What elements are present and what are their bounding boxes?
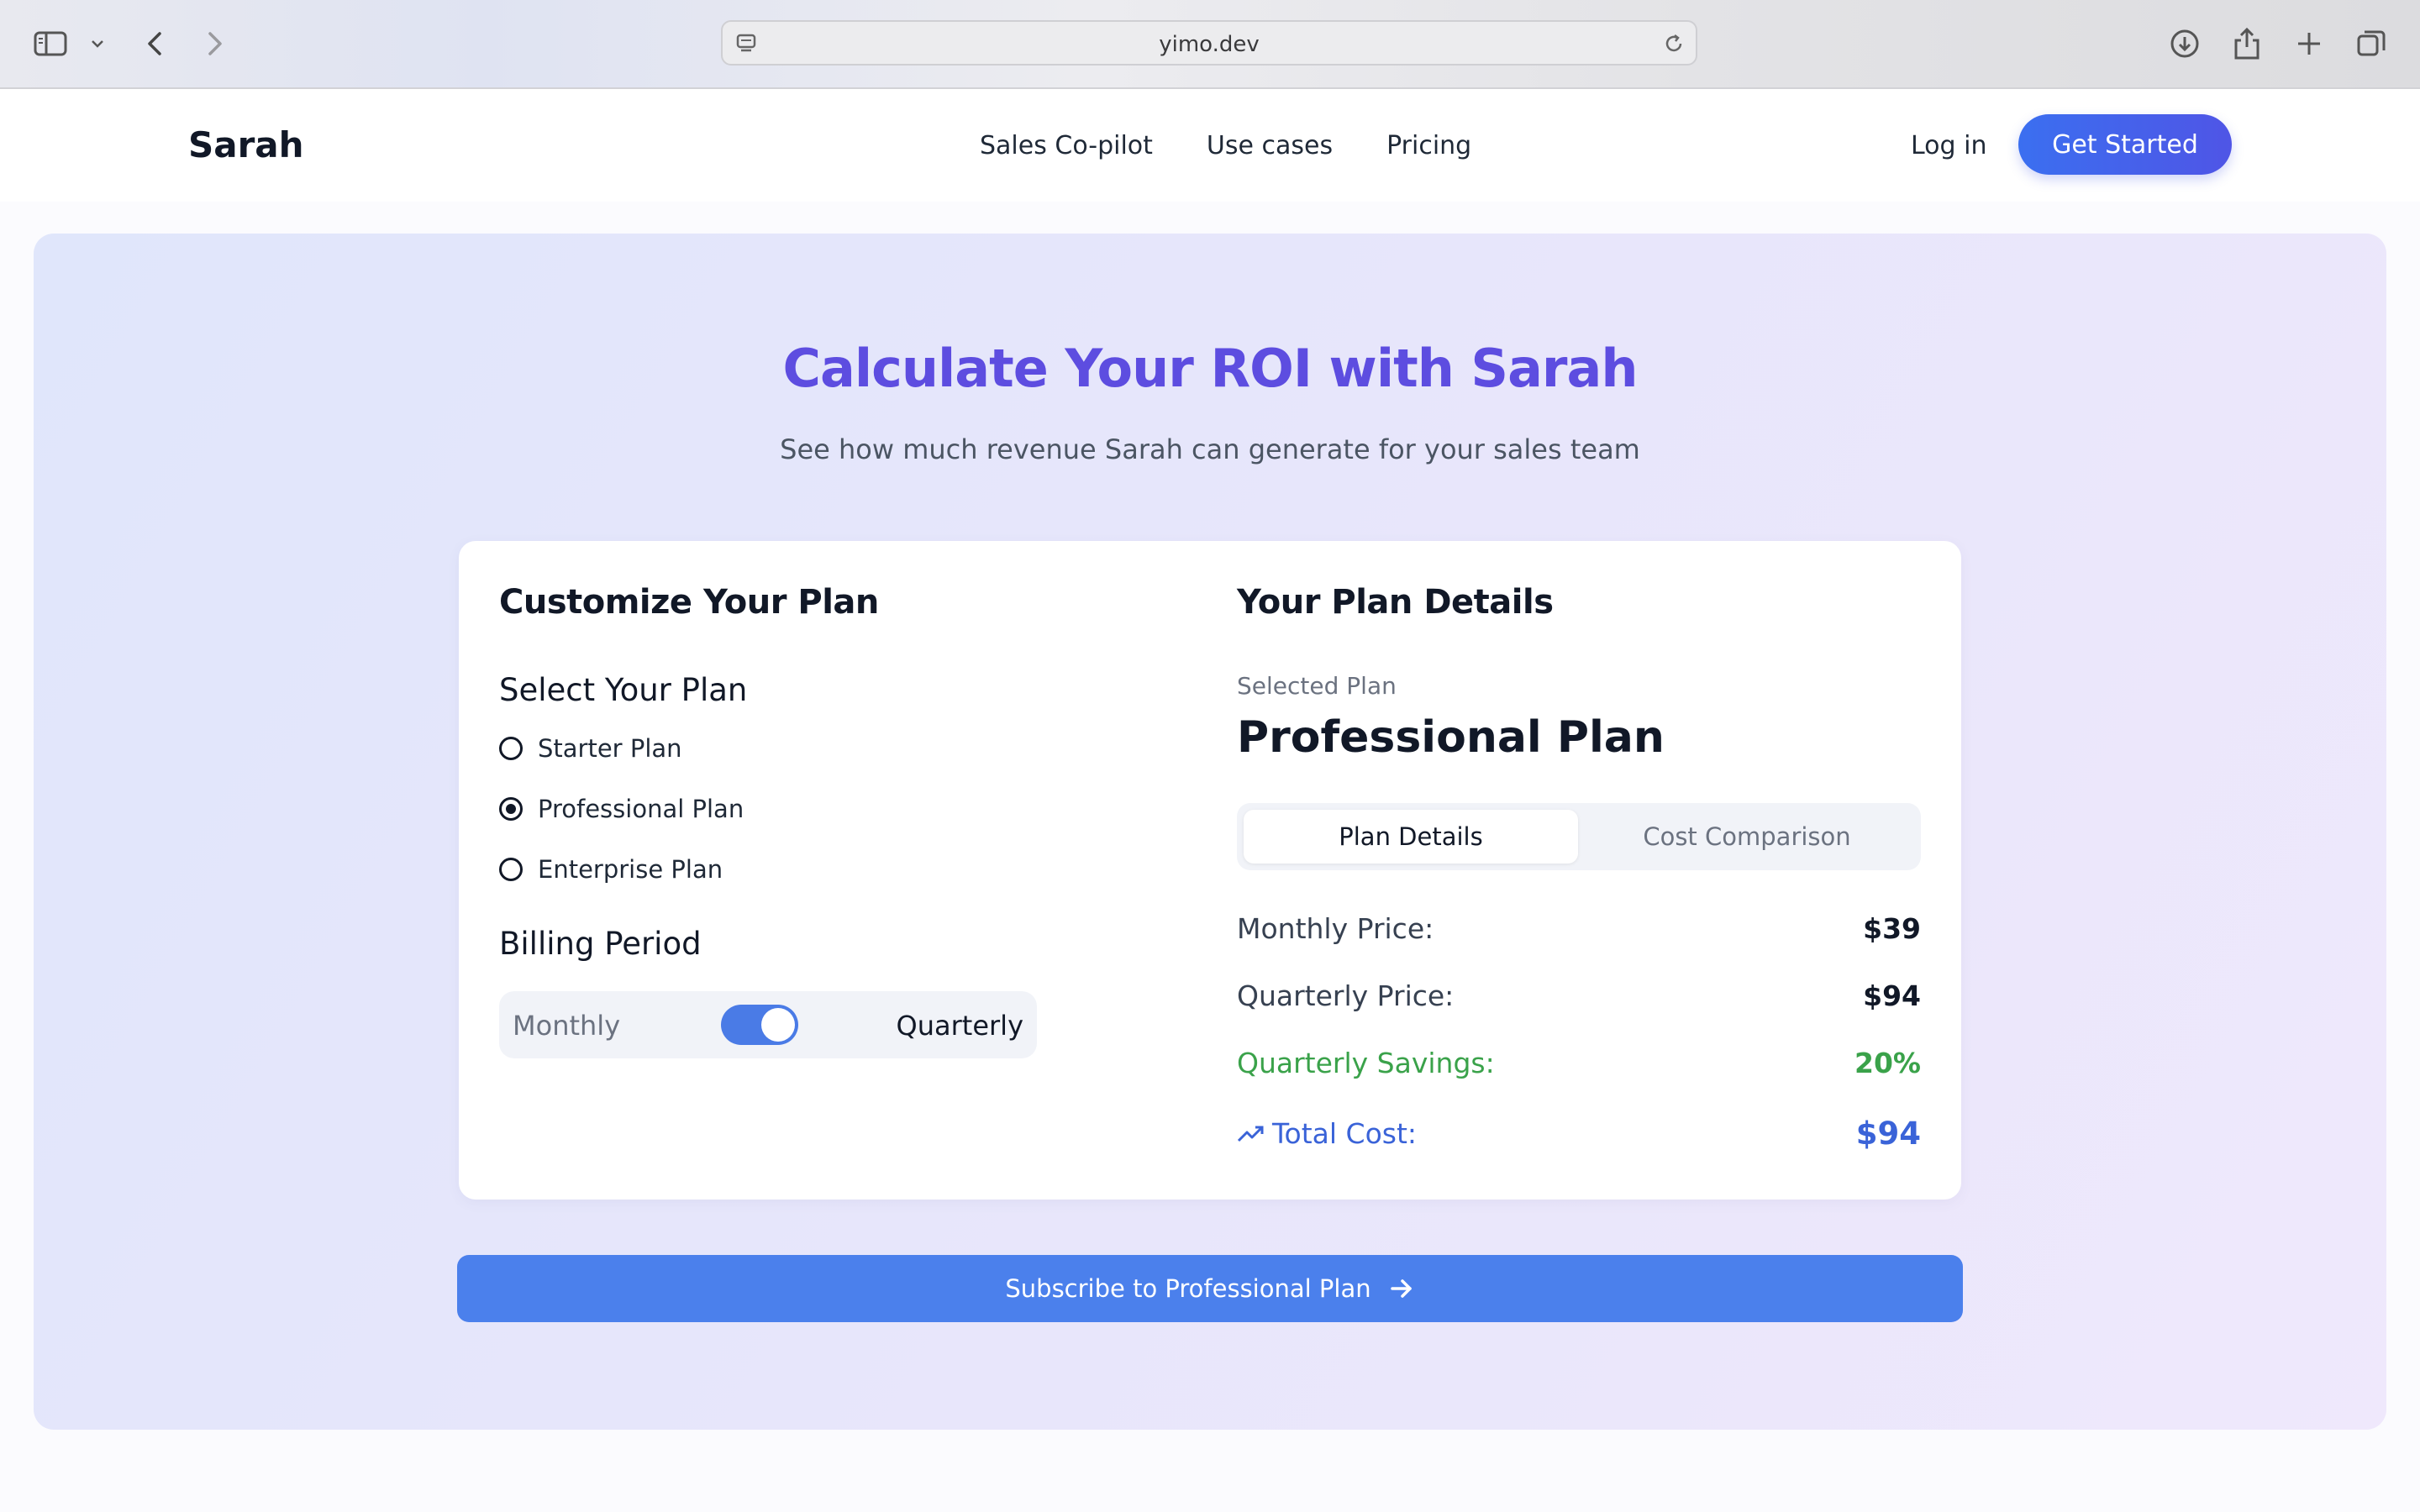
- share-icon[interactable]: [2222, 18, 2272, 69]
- reload-icon[interactable]: [1662, 32, 1686, 59]
- total-cost-row: Total Cost: $94: [1237, 1116, 1921, 1152]
- monthly-price-row: Monthly Price: $39: [1237, 912, 1921, 945]
- url-text[interactable]: yimo.dev: [723, 32, 1696, 57]
- trending-up-icon: [1237, 1126, 1264, 1142]
- site-header: Sarah Sales Co-pilot Use cases Pricing L…: [0, 89, 2420, 202]
- billing-monthly-label[interactable]: Monthly: [513, 1010, 620, 1042]
- quarterly-price-row: Quarterly Price: $94: [1237, 979, 1921, 1012]
- arrow-right-icon: [1390, 1279, 1412, 1298]
- plan-option-professional[interactable]: Professional Plan: [499, 795, 744, 823]
- total-cost-label: Total Cost:: [1272, 1117, 1418, 1150]
- billing-toggle[interactable]: [721, 1005, 798, 1045]
- details-tabs: Plan Details Cost Comparison: [1237, 803, 1921, 870]
- subscribe-label: Subscribe to Professional Plan: [1005, 1274, 1371, 1303]
- plan-option-label: Starter Plan: [538, 734, 682, 763]
- tab-cost-comparison[interactable]: Cost Comparison: [1580, 810, 1914, 864]
- download-icon[interactable]: [2160, 18, 2210, 69]
- selected-plan-name: Professional Plan: [1237, 712, 1665, 763]
- quarterly-savings-label: Quarterly Savings:: [1237, 1047, 1495, 1079]
- selected-plan-label: Selected Plan: [1237, 672, 1397, 700]
- billing-quarterly-label[interactable]: Quarterly: [897, 1010, 1023, 1042]
- plan-option-label: Enterprise Plan: [538, 855, 723, 884]
- quarterly-savings-row: Quarterly Savings: 20%: [1237, 1047, 1921, 1079]
- brand-logo[interactable]: Sarah: [188, 124, 304, 165]
- new-tab-icon[interactable]: [2284, 18, 2334, 69]
- quarterly-savings-value: 20%: [1854, 1047, 1921, 1079]
- quarterly-price-value: $94: [1863, 979, 1921, 1012]
- plan-option-enterprise[interactable]: Enterprise Plan: [499, 855, 723, 884]
- sidebar-icon[interactable]: [25, 18, 76, 69]
- subscribe-button[interactable]: Subscribe to Professional Plan: [457, 1255, 1963, 1322]
- monthly-price-value: $39: [1863, 912, 1921, 945]
- tab-plan-details[interactable]: Plan Details: [1244, 810, 1578, 864]
- radio-enterprise[interactable]: [499, 858, 523, 881]
- toggle-knob: [761, 1008, 795, 1042]
- nav-link-pricing[interactable]: Pricing: [1386, 131, 1471, 160]
- chevron-down-icon[interactable]: [74, 18, 121, 69]
- tabs-overview-icon[interactable]: [2346, 18, 2396, 69]
- page-subtitle: See how much revenue Sarah can generate …: [780, 433, 1640, 465]
- total-cost-label-group: Total Cost:: [1237, 1117, 1417, 1150]
- plan-details-title: Your Plan Details: [1237, 583, 1554, 622]
- get-started-button[interactable]: Get Started: [2018, 114, 2232, 175]
- back-icon[interactable]: [129, 18, 180, 69]
- plan-option-label: Professional Plan: [538, 795, 744, 823]
- quarterly-price-label: Quarterly Price:: [1237, 979, 1455, 1012]
- plan-option-starter[interactable]: Starter Plan: [499, 734, 682, 763]
- forward-icon[interactable]: [190, 18, 240, 69]
- nav-link-use-cases[interactable]: Use cases: [1207, 131, 1333, 160]
- radio-professional[interactable]: [499, 797, 523, 821]
- page-title: Calculate Your ROI with Sarah: [782, 338, 1639, 399]
- select-plan-title: Select Your Plan: [499, 672, 748, 708]
- billing-period-title: Billing Period: [499, 926, 702, 962]
- monthly-price-label: Monthly Price:: [1237, 912, 1434, 945]
- nav-link-sales-copilot[interactable]: Sales Co-pilot: [980, 131, 1153, 160]
- nav-links: Sales Co-pilot Use cases Pricing: [980, 131, 1471, 160]
- customize-title: Customize Your Plan: [499, 583, 879, 622]
- radio-starter[interactable]: [499, 737, 523, 760]
- total-cost-value: $94: [1855, 1116, 1921, 1152]
- browser-toolbar: yimo.dev: [0, 0, 2420, 89]
- login-link[interactable]: Log in: [1911, 131, 1986, 160]
- billing-period-switch: Monthly Quarterly: [499, 991, 1037, 1058]
- address-bar[interactable]: yimo.dev: [721, 20, 1697, 66]
